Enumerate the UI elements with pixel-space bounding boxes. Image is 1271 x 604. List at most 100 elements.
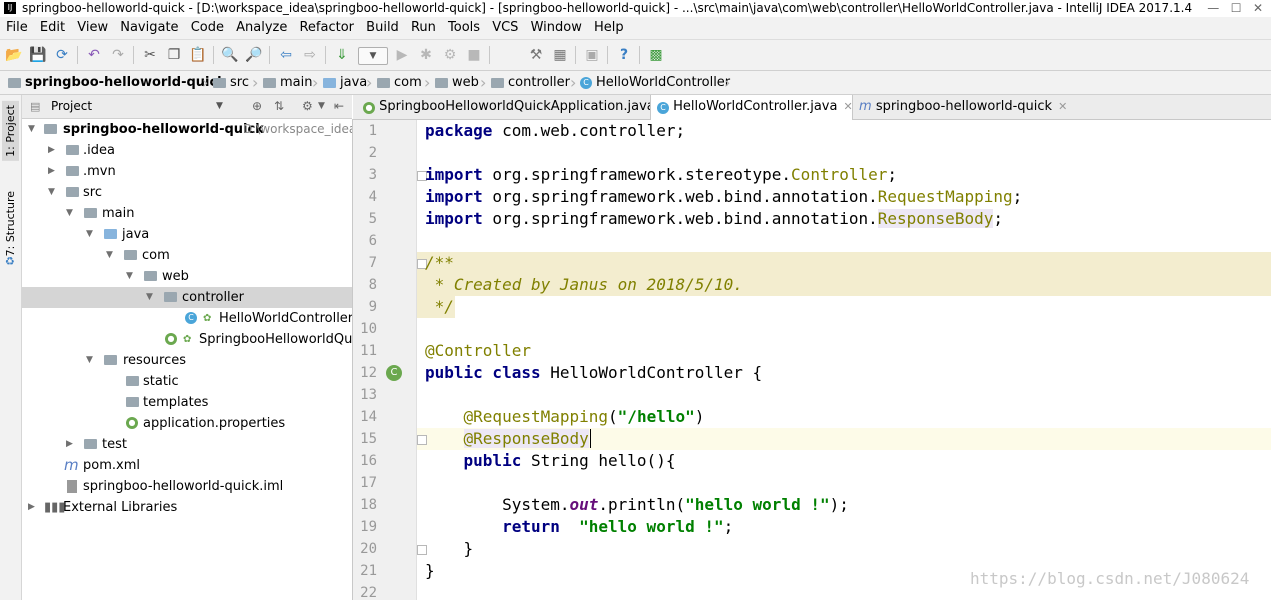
tree-item-springboot-application[interactable]: ● ✿ SpringbooHelloworldQuic xyxy=(22,329,352,350)
tree-item-web[interactable]: ▼ web xyxy=(22,266,352,287)
find-icon[interactable]: 🔍 xyxy=(220,45,240,65)
tab-helloworldcontroller[interactable]: C HelloWorldController.java ✕ xyxy=(650,95,853,120)
chevron-down-icon[interactable]: ▼ xyxy=(216,95,223,118)
tree-item-helloworldcontroller[interactable]: C ✿ HelloWorldController xyxy=(22,308,352,329)
gear-icon[interactable]: ⚙ xyxy=(302,95,313,118)
paste-icon[interactable]: 📋 xyxy=(188,45,208,65)
window-controls[interactable]: — ☐ ✕ xyxy=(1207,0,1263,16)
breadcrumb-project[interactable]: springboo-helloworld-quick xyxy=(8,71,226,94)
debug-icon[interactable]: ✱ xyxy=(416,45,436,65)
close-icon[interactable]: ✕ xyxy=(1058,100,1067,113)
line-number: 5 xyxy=(368,211,377,227)
sync-icon[interactable]: ⟳ xyxy=(52,45,72,65)
menu-run[interactable]: Run xyxy=(411,20,436,35)
copy-icon[interactable]: ❐ xyxy=(164,45,184,65)
menu-file[interactable]: File xyxy=(6,20,28,35)
expanded-arrow-icon[interactable]: ▼ xyxy=(146,287,153,308)
menu-vcs[interactable]: VCS xyxy=(492,20,518,35)
menu-refactor[interactable]: Refactor xyxy=(299,20,354,35)
spring-bean-gutter-icon[interactable]: C xyxy=(386,365,402,381)
redo-icon[interactable]: ↷ xyxy=(108,45,128,65)
tree-item-project-root[interactable]: ▼ springboo-helloworld-quick D:\workspac… xyxy=(22,119,352,140)
collapsed-arrow-icon[interactable]: ▶ xyxy=(28,497,35,518)
run-configuration-dropdown[interactable]: ▼ xyxy=(358,47,388,65)
breadcrumb-com[interactable]: com xyxy=(377,71,422,94)
help-icon[interactable]: ? xyxy=(614,45,634,65)
menu-navigate[interactable]: Navigate xyxy=(120,20,178,35)
menu-build[interactable]: Build xyxy=(366,20,399,35)
run-icon[interactable]: ▶ xyxy=(392,45,412,65)
menu-tools[interactable]: Tools xyxy=(448,20,480,35)
collapsed-arrow-icon[interactable]: ▶ xyxy=(48,161,55,182)
sdk-icon[interactable]: ▣ xyxy=(582,45,602,65)
tab-pom[interactable]: m springboo-helloworld-quick ✕ xyxy=(853,95,1069,119)
expanded-arrow-icon[interactable]: ▼ xyxy=(86,224,93,245)
open-folder-icon[interactable]: 📂 xyxy=(4,45,24,65)
tree-item-external-libraries[interactable]: ▶ ▮▮▮ External Libraries xyxy=(22,497,352,518)
tool-tab-structure[interactable]: 7: Structure xyxy=(2,187,19,260)
breadcrumb-src[interactable]: src xyxy=(213,71,249,94)
build-icon[interactable]: ⇓ xyxy=(332,45,352,65)
tree-item-src[interactable]: ▼ src xyxy=(22,182,352,203)
locate-file-icon[interactable]: ⊕ xyxy=(252,95,262,118)
menu-window[interactable]: Window xyxy=(531,20,582,35)
tree-item-templates[interactable]: templates xyxy=(22,392,352,413)
close-icon[interactable]: ✕ xyxy=(843,100,852,113)
breadcrumb-class[interactable]: C HelloWorldController xyxy=(580,71,730,94)
collapse-all-icon[interactable]: ⇅ xyxy=(274,95,284,118)
menu-edit[interactable]: Edit xyxy=(40,20,65,35)
code-line-1: package com.web.controller; xyxy=(425,121,686,140)
expanded-arrow-icon[interactable]: ▼ xyxy=(48,182,55,203)
expanded-arrow-icon[interactable]: ▼ xyxy=(86,350,93,371)
tab-springboot-application[interactable]: ● SpringbooHelloworldQuickApplication.ja… xyxy=(357,95,670,119)
expanded-arrow-icon[interactable]: ▼ xyxy=(28,119,35,140)
replace-icon[interactable]: 🔎 xyxy=(244,45,264,65)
tree-item-mvn[interactable]: ▶ .mvn xyxy=(22,161,352,182)
tree-item-java[interactable]: ▼ java xyxy=(22,224,352,245)
menu-help[interactable]: Help xyxy=(594,20,624,35)
tree-item-pom[interactable]: m pom.xml xyxy=(22,455,352,476)
save-icon[interactable]: 💾 xyxy=(28,45,48,65)
menu-code[interactable]: Code xyxy=(191,20,224,35)
coverage-icon[interactable]: ⚙ xyxy=(440,45,460,65)
chevron-down-icon[interactable]: ▼ xyxy=(318,95,325,118)
menu-analyze[interactable]: Analyze xyxy=(236,20,287,35)
stop-icon[interactable]: ■ xyxy=(464,45,484,65)
breadcrumb-java[interactable]: java xyxy=(323,71,367,94)
collapsed-arrow-icon[interactable]: ▶ xyxy=(66,434,73,455)
tree-item-idea[interactable]: ▶ .idea xyxy=(22,140,352,161)
code-editor[interactable]: package com.web.controller; import org.s… xyxy=(417,120,1271,600)
tree-item-iml[interactable]: springboo-helloworld-quick.iml xyxy=(22,476,352,497)
left-tool-strip: 1: Project 7: Structure ♻ xyxy=(0,95,22,600)
tree-item-controller[interactable]: ▼ controller xyxy=(22,287,352,308)
expanded-arrow-icon[interactable]: ▼ xyxy=(126,266,133,287)
breadcrumb-controller[interactable]: controller xyxy=(491,71,570,94)
collapsed-arrow-icon[interactable]: ▶ xyxy=(48,140,55,161)
forward-icon[interactable]: ⇨ xyxy=(300,45,320,65)
tree-item-static[interactable]: static xyxy=(22,371,352,392)
expanded-arrow-icon[interactable]: ▼ xyxy=(66,203,73,224)
project-panel-header: ▤ Project ▼ ⊕ ⇅ ⚙ ▼ ⇤ xyxy=(22,95,352,119)
undo-icon[interactable]: ↶ xyxy=(84,45,104,65)
code-line-21: } xyxy=(425,561,435,580)
breadcrumb-web[interactable]: web xyxy=(435,71,479,94)
tree-item-com[interactable]: ▼ com xyxy=(22,245,352,266)
cut-icon[interactable]: ✂ xyxy=(140,45,160,65)
java-class-icon: C xyxy=(657,102,669,114)
back-icon[interactable]: ⇦ xyxy=(276,45,296,65)
tool-tab-project[interactable]: 1: Project xyxy=(2,101,19,161)
expanded-arrow-icon[interactable]: ▼ xyxy=(106,245,113,266)
tree-item-application-properties[interactable]: ● application.properties xyxy=(22,413,352,434)
plugin-icon[interactable]: ▩ xyxy=(646,45,666,65)
tree-item-test[interactable]: ▶ test xyxy=(22,434,352,455)
breadcrumb-main[interactable]: main xyxy=(263,71,312,94)
chevron-right-icon: › xyxy=(312,73,319,92)
hide-panel-icon[interactable]: ⇤ xyxy=(334,95,344,118)
project-view-selector[interactable]: Project xyxy=(51,95,92,118)
menu-view[interactable]: View xyxy=(77,20,108,35)
project-structure-icon[interactable]: ▦ xyxy=(550,45,570,65)
settings-icon[interactable]: ⚒ xyxy=(526,45,546,65)
tree-item-main[interactable]: ▼ main xyxy=(22,203,352,224)
tree-item-resources[interactable]: ▼ resources xyxy=(22,350,352,371)
iml-file-icon xyxy=(67,480,77,493)
